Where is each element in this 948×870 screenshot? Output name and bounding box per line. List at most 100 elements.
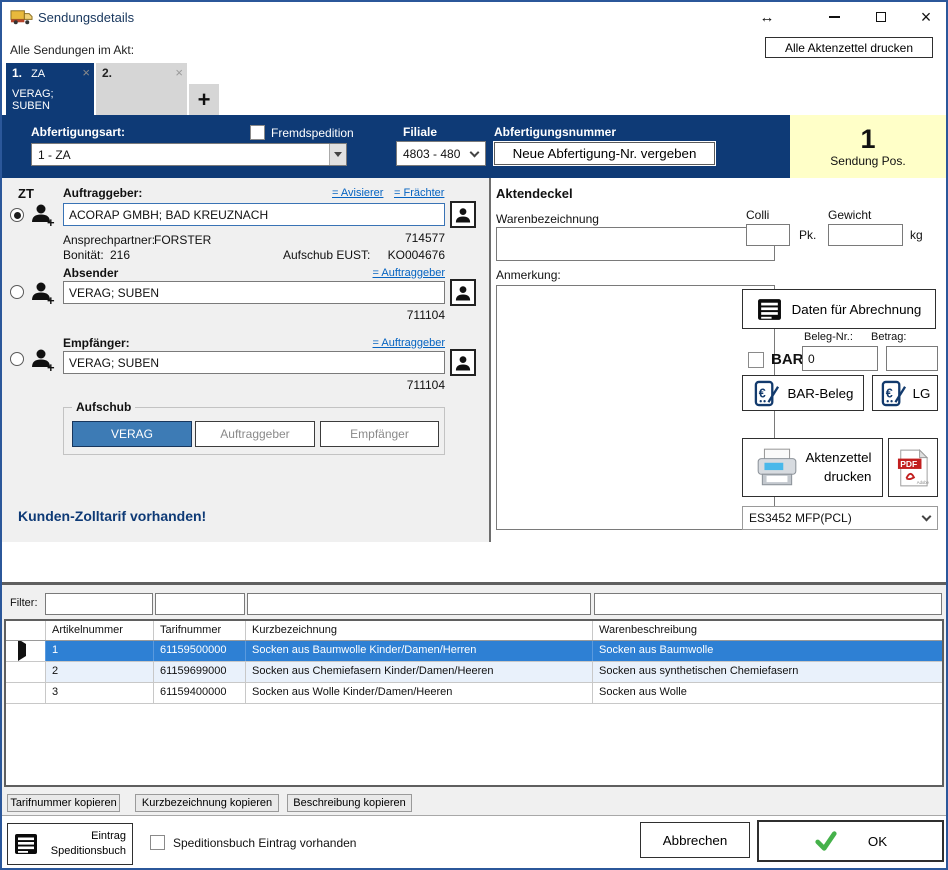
col-warenbeschreibung[interactable]: Warenbeschreibung: [593, 621, 942, 640]
minimize-button[interactable]: [819, 7, 849, 27]
aufschub-empfaenger-button[interactable]: Empfänger: [320, 421, 439, 447]
filiale-select[interactable]: 4803 - 480: [396, 141, 486, 166]
abrechnung-button[interactable]: Daten für Abrechnung: [742, 289, 936, 329]
bar-beleg-button[interactable]: € BAR-Beleg: [742, 375, 864, 411]
printer-dropdown-icon: [922, 512, 932, 522]
cell-artikelnummer: 2: [46, 662, 154, 682]
col-artikelnummer[interactable]: Artikelnummer: [46, 621, 154, 640]
add-contact-icon[interactable]: +: [30, 347, 56, 373]
cell-artikelnummer: 3: [46, 683, 154, 703]
cell-kurzbezeichnung: Socken aus Baumwolle Kinder/Damen/Herren: [246, 641, 593, 661]
cancel-button[interactable]: Abbrechen: [640, 822, 750, 858]
ok-button[interactable]: OK: [757, 820, 944, 862]
copy-beschreibung-button[interactable]: Beschreibung kopieren: [287, 794, 412, 812]
empfaenger-label: Empfänger:: [63, 336, 130, 350]
resize-icon[interactable]: ↔: [752, 7, 782, 27]
dialog-footer: Eintrag Speditionsbuch Speditionsbuch Ei…: [2, 816, 946, 868]
filter-kurzbezeichnung-input[interactable]: [247, 593, 591, 615]
maximize-button[interactable]: [866, 7, 896, 27]
tab1-type: ZA: [31, 68, 45, 80]
copy-kurzbezeichnung-button[interactable]: Kurzbezeichnung kopieren: [135, 794, 279, 812]
aufschub-auftraggeber-button[interactable]: Auftraggeber: [195, 421, 315, 447]
betrag-input[interactable]: [886, 346, 938, 371]
print-all-aktenzettel-button[interactable]: Alle Aktenzettel drucken: [765, 37, 933, 58]
absender-radio[interactable]: [10, 285, 24, 299]
speditionsbuch-checkbox[interactable]: [150, 835, 165, 850]
filiale-label: Filiale: [403, 125, 437, 139]
beleg-nr-input[interactable]: [802, 346, 878, 371]
articles-grid: Artikelnummer Tarifnummer Kurzbezeichnun…: [4, 619, 944, 787]
printer-icon: [754, 447, 800, 489]
filiale-value: 4803 - 480: [397, 147, 467, 161]
article-row-1[interactable]: 1 61159500000 Socken aus Baumwolle Kinde…: [6, 641, 942, 662]
absender-contact-icon[interactable]: [450, 279, 476, 306]
add-shipment-tab-button[interactable]: +: [189, 84, 219, 115]
add-contact-icon[interactable]: +: [30, 202, 56, 228]
empfaenger-number: 711104: [342, 378, 445, 392]
svg-text:+: +: [47, 215, 55, 228]
anmerkung-textarea[interactable]: [496, 285, 775, 530]
empfaenger-input[interactable]: [63, 351, 445, 374]
speditionsbuch-eintrag-button[interactable]: Eintrag Speditionsbuch: [7, 823, 133, 865]
auftraggeber-input[interactable]: [63, 203, 445, 226]
abfertigungsart-select[interactable]: 1 - ZA: [31, 143, 347, 166]
cell-warenbeschreibung: Socken aus synthetischen Chemiefasern: [593, 662, 942, 682]
cell-tarifnummer: 61159500000: [154, 641, 246, 661]
tab2-close-icon[interactable]: ×: [175, 65, 183, 80]
neue-abfertigung-button[interactable]: Neue Abfertigung-Nr. vergeben: [494, 142, 715, 165]
svg-text:€: €: [758, 386, 765, 400]
filter-artikelnummer-input[interactable]: [45, 593, 153, 615]
close-button[interactable]: ×: [911, 7, 941, 27]
auftraggeber-radio[interactable]: [10, 208, 24, 222]
absender-label: Absender: [63, 266, 118, 280]
absender-auftraggeber-link[interactable]: = Auftraggeber: [373, 267, 445, 279]
lg-button[interactable]: € LG: [872, 375, 938, 411]
absender-number: 711104: [342, 308, 445, 322]
pdf-icon: PDF Adobe: [897, 449, 929, 487]
colli-input[interactable]: [746, 224, 790, 246]
auftraggeber-contact-icon[interactable]: [450, 201, 476, 228]
tab1-number: 1.: [12, 66, 22, 80]
cell-artikelnummer: 1: [46, 641, 154, 661]
absender-input[interactable]: [63, 281, 445, 304]
abfertigungsart-dropdown-icon[interactable]: [329, 144, 346, 165]
aktendeckel-panel: Aktendeckel Warenbezeichnung Colli Pk. G…: [491, 178, 946, 542]
svg-text:PDF: PDF: [900, 459, 917, 469]
avisierer-link[interactable]: = Avisierer: [332, 187, 383, 199]
list-icon: [757, 297, 782, 322]
add-contact-icon[interactable]: +: [30, 280, 56, 306]
shipment-tab-1[interactable]: × 1. ZA VERAG; SUBEN: [6, 63, 94, 115]
tab2-number: 2.: [102, 66, 112, 80]
col-tarifnummer[interactable]: Tarifnummer: [154, 621, 246, 640]
article-row-2[interactable]: 2 61159699000 Socken aus Chemiefasern Ki…: [6, 662, 942, 683]
fremdspedition-checkbox[interactable]: [250, 125, 265, 140]
gewicht-input[interactable]: [828, 224, 903, 246]
aufschub-verag-button[interactable]: VERAG: [72, 421, 192, 447]
filter-warenbeschreibung-input[interactable]: [594, 593, 942, 615]
printer-select-value: ES3452 MFP(PCL): [743, 511, 919, 525]
tab1-close-icon[interactable]: ×: [82, 65, 90, 80]
warenbezeichnung-input[interactable]: [496, 227, 775, 261]
empfaenger-auftraggeber-link[interactable]: = Auftraggeber: [373, 337, 445, 349]
akt-tabs-label: Alle Sendungen im Akt:: [10, 43, 134, 57]
empfaenger-radio[interactable]: [10, 352, 24, 366]
shipment-tab-2[interactable]: × 2.: [96, 63, 187, 115]
empfaenger-contact-icon[interactable]: [450, 349, 476, 376]
sendungsdetails-window: Sendungsdetails ↔ × Alle Aktenzettel dru…: [0, 0, 948, 870]
pdf-export-button[interactable]: PDF Adobe: [888, 438, 938, 497]
col-kurzbezeichnung[interactable]: Kurzbezeichnung: [246, 621, 593, 640]
bar-checkbox[interactable]: [748, 352, 764, 368]
cell-tarifnummer: 61159400000: [154, 683, 246, 703]
article-row-3[interactable]: 3 61159400000 Socken aus Wolle Kinder/Da…: [6, 683, 942, 704]
filter-tarifnummer-input[interactable]: [155, 593, 245, 615]
abfertigungsart-value: 1 - ZA: [32, 148, 329, 162]
aktenzettel-drucken-button[interactable]: Aktenzettel drucken: [742, 438, 883, 497]
bonitaet-label: Bonität:: [63, 248, 104, 262]
anmerkung-label: Anmerkung:: [496, 268, 561, 282]
fraechter-link[interactable]: = Frächter: [394, 187, 444, 199]
list-icon: [14, 832, 38, 856]
aktenzettel-label-line2: drucken: [824, 469, 871, 484]
copy-tarifnummer-button[interactable]: Tarifnummer kopieren: [7, 794, 120, 812]
printer-select[interactable]: ES3452 MFP(PCL): [742, 506, 938, 530]
copy-buttons-row: Tarifnummer kopieren Kurzbezeichnung kop…: [2, 788, 946, 816]
